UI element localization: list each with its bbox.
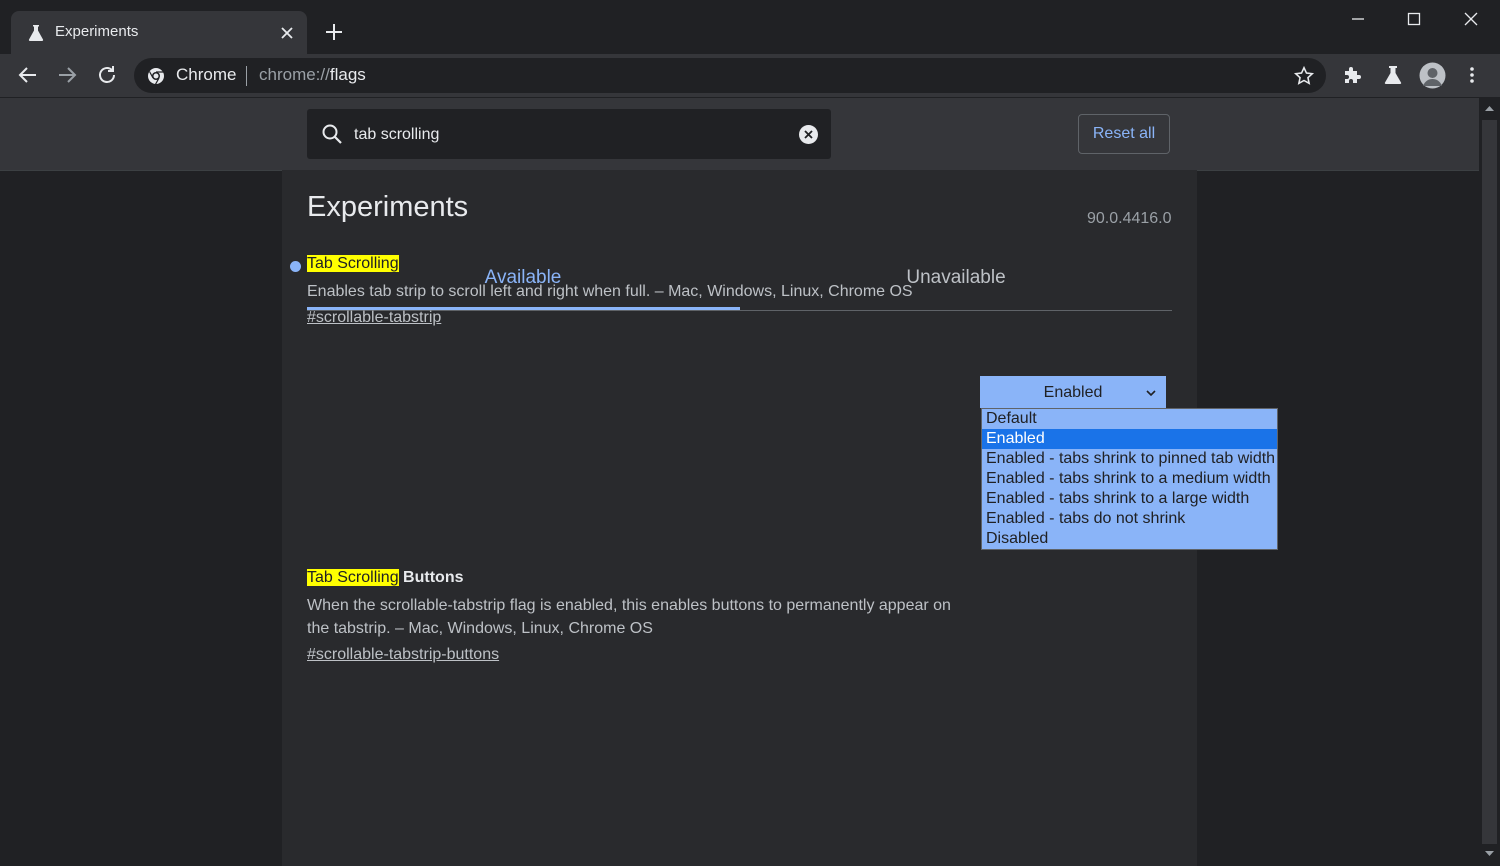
back-icon[interactable] <box>16 63 40 87</box>
chrome-logo-icon <box>148 68 164 85</box>
select-dropdown-list: Default Enabled Enabled - tabs shrink to… <box>981 408 1278 550</box>
experiment-permalink[interactable]: #scrollable-tabstrip-buttons <box>307 643 967 666</box>
close-tab-icon[interactable] <box>277 23 297 43</box>
new-tab-icon[interactable] <box>322 20 346 44</box>
search-input[interactable] <box>352 122 786 148</box>
flask-icon <box>28 25 44 41</box>
modified-indicator-dot <box>290 261 301 272</box>
option-disabled[interactable]: Disabled <box>982 529 1277 549</box>
option-shrink-large[interactable]: Enabled - tabs shrink to a large width <box>982 489 1277 509</box>
divider <box>246 66 247 86</box>
minimize-icon[interactable] <box>1343 6 1373 32</box>
maximize-icon[interactable] <box>1399 6 1429 32</box>
experiment-item: Tab Scrolling Enables tab strip to scrol… <box>307 254 967 329</box>
reset-all-button[interactable]: Reset all <box>1078 114 1170 154</box>
experiment-item: Tab Scrolling Buttons When the scrollabl… <box>307 568 967 666</box>
select-value: Enabled <box>1043 384 1103 401</box>
flask-icon[interactable] <box>1381 63 1405 87</box>
forward-icon[interactable] <box>55 63 79 87</box>
tab-title: Experiments <box>55 23 139 40</box>
reload-icon[interactable] <box>95 63 119 87</box>
experiment-state-select[interactable]: Enabled <box>980 376 1166 408</box>
scroll-up-arrow-icon[interactable] <box>1484 104 1495 112</box>
page-title: Experiments <box>307 191 469 223</box>
experiment-description: When the scrollable-tabstrip flag is ena… <box>307 597 951 637</box>
experiment-name: Tab Scrolling <box>307 255 399 272</box>
address-bar[interactable]: Chrome chrome://flags <box>134 58 1326 93</box>
experiment-name: Tab Scrolling Buttons <box>307 569 464 586</box>
toolbar: Chrome chrome://flags <box>0 54 1500 98</box>
site-origin: Chrome <box>176 65 237 84</box>
option-no-shrink[interactable]: Enabled - tabs do not shrink <box>982 509 1277 529</box>
close-window-icon[interactable] <box>1456 6 1486 32</box>
option-shrink-medium[interactable]: Enabled - tabs shrink to a medium width <box>982 469 1277 489</box>
search-icon <box>322 124 342 144</box>
search-box[interactable] <box>307 109 831 159</box>
experiment-description: Enables tab strip to scroll left and rig… <box>307 283 913 300</box>
clear-search-icon[interactable] <box>798 124 819 145</box>
bookmark-star-icon[interactable] <box>1293 65 1315 87</box>
chevron-down-icon <box>1146 390 1156 397</box>
tab-strip: Experiments <box>0 0 1500 54</box>
menu-kebab-icon[interactable] <box>1460 63 1484 87</box>
flags-header: Reset all <box>0 98 1479 171</box>
extensions-puzzle-icon[interactable] <box>1341 63 1365 87</box>
option-default[interactable]: Default <box>982 409 1277 429</box>
url-text[interactable]: chrome://flags <box>259 65 366 85</box>
scrollbar[interactable] <box>1479 98 1500 866</box>
version-label: 90.0.4416.0 <box>1087 210 1172 227</box>
experiment-permalink[interactable]: #scrollable-tabstrip <box>307 306 967 329</box>
scrollbar-thumb[interactable] <box>1482 120 1497 844</box>
option-enabled[interactable]: Enabled <box>982 429 1277 449</box>
tab-experiments[interactable]: Experiments <box>11 11 307 54</box>
option-shrink-pinned[interactable]: Enabled - tabs shrink to pinned tab widt… <box>982 449 1277 469</box>
scroll-down-arrow-icon[interactable] <box>1484 850 1495 858</box>
profile-avatar[interactable] <box>1419 62 1446 89</box>
